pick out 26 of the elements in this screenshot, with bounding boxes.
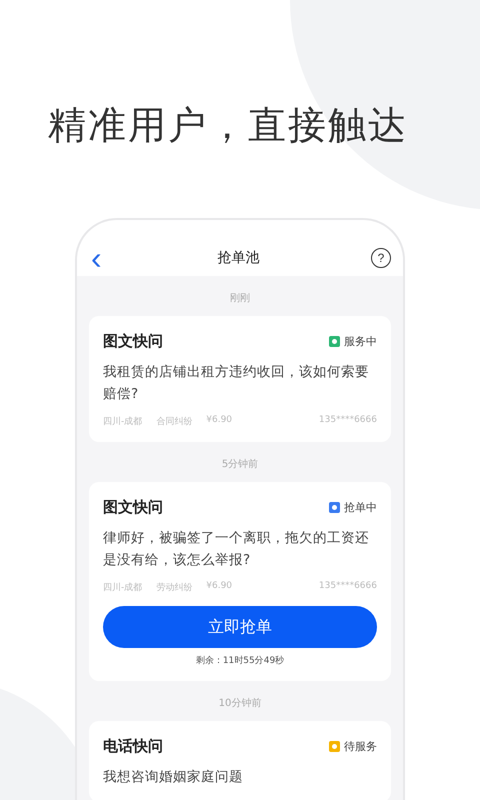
- time-label: 10分钟前: [218, 696, 262, 711]
- back-button[interactable]: ‹: [87, 244, 106, 272]
- meta-price: ¥6.90: [206, 415, 232, 427]
- time-label: 刚刚: [229, 292, 251, 306]
- meta-category: 合同纠纷: [156, 416, 192, 428]
- meta-price: ¥6.90: [206, 581, 232, 593]
- question-text: 律师好，被骗签了一个离职，拖欠的工资还是没有给，该怎么举报?: [103, 529, 370, 570]
- order-type: 电话快问: [103, 737, 163, 756]
- status-label: 待服务: [344, 739, 377, 754]
- help-button[interactable]: ?: [371, 248, 391, 268]
- remaining-time: 剩余：11时55分49秒: [194, 654, 286, 667]
- phone-number: 135****6666: [318, 581, 377, 593]
- status-label: 抢单中: [344, 500, 377, 515]
- order-type: 图文快问: [103, 498, 163, 517]
- meta-category: 劳动纠纷: [156, 582, 192, 594]
- phone-number: 135****6666: [318, 415, 377, 427]
- grab-button[interactable]: 立即抢单: [103, 606, 377, 648]
- status-label: 服务中: [344, 334, 377, 349]
- question-text: 我想咨询婚姻家庭问题: [103, 768, 244, 787]
- time-label: 5分钟前: [220, 458, 260, 472]
- meta-location: 四川-成都: [103, 582, 142, 594]
- screen-title: 抢单池: [217, 249, 260, 267]
- question-text: 我租赁的店铺出租方违约收回，该如何索要赔偿?: [103, 363, 370, 404]
- headline: 精准用户，直接触达: [48, 102, 408, 149]
- order-type: 图文快问: [103, 332, 163, 351]
- meta-location: 四川-成都: [103, 416, 142, 428]
